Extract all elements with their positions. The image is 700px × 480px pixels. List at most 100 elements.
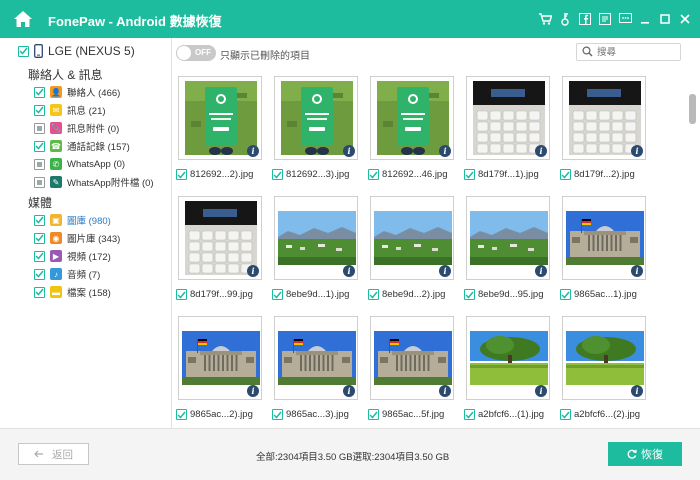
photo-thumbnail[interactable]: i — [274, 196, 358, 280]
grid-scrollbar[interactable] — [687, 68, 700, 428]
close-icon[interactable] — [678, 11, 692, 27]
photo-checkbox[interactable] — [560, 169, 571, 180]
info-icon[interactable]: i — [631, 265, 643, 277]
sidebar-item[interactable]: ✎ WhatsApp附件檔 (0) — [34, 175, 154, 189]
sidebar-item[interactable]: ▣ 圖庫 (980) — [34, 213, 111, 227]
photo-thumbnail[interactable]: i — [178, 76, 262, 160]
info-icon[interactable]: i — [247, 145, 259, 157]
photo-checkbox[interactable] — [560, 409, 571, 420]
search-input[interactable] — [597, 45, 677, 59]
photo-thumbnail[interactable]: i — [178, 316, 262, 400]
photo-cell[interactable]: i 9865ac...2).jpg — [172, 308, 268, 423]
sidebar-item[interactable]: ▶ 視頻 (172) — [34, 249, 111, 263]
photo-cell[interactable]: i 9865ac...1).jpg — [556, 188, 652, 303]
photo-checkbox[interactable] — [464, 289, 475, 300]
item-checkbox[interactable] — [34, 232, 45, 244]
sidebar-item[interactable]: 👤 聯絡人 (466) — [34, 85, 120, 99]
info-icon[interactable]: i — [439, 265, 451, 277]
item-checkbox[interactable] — [34, 214, 45, 226]
item-checkbox[interactable] — [34, 158, 45, 170]
photo-checkbox[interactable] — [272, 289, 283, 300]
photo-thumbnail[interactable]: i — [274, 76, 358, 160]
sidebar-item[interactable]: 📎 訊息附件 (0) — [34, 121, 119, 135]
photo-cell[interactable]: i 9865ac...5f.jpg — [364, 308, 460, 423]
deleted-only-toggle[interactable]: OFF — [176, 45, 216, 61]
info-icon[interactable]: i — [535, 265, 547, 277]
photo-checkbox[interactable] — [272, 409, 283, 420]
photo-cell[interactable]: i a2bfcf6...(1).jpg — [460, 308, 556, 423]
photo-checkbox[interactable] — [464, 169, 475, 180]
sidebar-item[interactable]: ✉ 訊息 (21) — [34, 103, 106, 117]
photo-thumbnail[interactable]: i — [466, 76, 550, 160]
photo-thumbnail[interactable]: i — [562, 76, 646, 160]
search-box[interactable] — [576, 43, 681, 61]
photo-cell[interactable]: i 8ebe9d...2).jpg — [364, 188, 460, 303]
photo-checkbox[interactable] — [368, 169, 379, 180]
photo-cell[interactable]: i 812692...2).jpg — [172, 68, 268, 183]
device-row[interactable]: LGE (NEXUS 5) — [18, 44, 135, 58]
photo-cell[interactable]: i 8d179f...99.jpg — [172, 188, 268, 303]
photo-cell[interactable]: i a2bfcf6...(2).jpg — [556, 308, 652, 423]
sidebar-item[interactable]: ▬ 檔案 (158) — [34, 285, 111, 299]
sidebar-item[interactable]: ☎ 通話記錄 (157) — [34, 139, 130, 153]
item-checkbox[interactable] — [34, 104, 45, 116]
home-button[interactable] — [10, 7, 36, 31]
info-icon[interactable]: i — [247, 385, 259, 397]
photo-thumbnail[interactable]: i — [178, 196, 262, 280]
info-icon[interactable]: i — [247, 265, 259, 277]
feedback-icon[interactable] — [598, 11, 612, 27]
photo-cell[interactable]: i 8ebe9d...1).jpg — [268, 188, 364, 303]
photo-checkbox[interactable] — [176, 409, 187, 420]
photo-thumbnail[interactable]: i — [466, 196, 550, 280]
photo-checkbox[interactable] — [176, 169, 187, 180]
photo-checkbox[interactable] — [560, 289, 571, 300]
photo-thumbnail[interactable]: i — [562, 196, 646, 280]
photo-checkbox[interactable] — [368, 289, 379, 300]
photo-cell[interactable]: i 8ebe9d...95.jpg — [460, 188, 556, 303]
item-checkbox[interactable] — [34, 86, 45, 98]
photo-cell[interactable]: i 9865ac...3).jpg — [268, 308, 364, 423]
item-checkbox[interactable] — [34, 122, 45, 134]
photo-thumbnail[interactable]: i — [370, 196, 454, 280]
photo-thumbnail[interactable]: i — [274, 316, 358, 400]
key-icon[interactable] — [558, 11, 572, 27]
photo-checkbox[interactable] — [464, 409, 475, 420]
photo-thumbnail[interactable]: i — [466, 316, 550, 400]
info-icon[interactable]: i — [631, 385, 643, 397]
info-icon[interactable]: i — [535, 145, 547, 157]
photo-thumbnail[interactable]: i — [562, 316, 646, 400]
photo-cell[interactable]: i 812692...46.jpg — [364, 68, 460, 183]
facebook-icon[interactable] — [578, 11, 592, 27]
photo-cell[interactable]: i 8d179f...1).jpg — [460, 68, 556, 183]
item-checkbox[interactable] — [34, 268, 45, 280]
sidebar-item[interactable]: ◉ 圖片庫 (343) — [34, 231, 120, 245]
recover-button[interactable]: 恢復 — [608, 442, 682, 466]
device-checkbox[interactable] — [18, 45, 29, 57]
item-checkbox[interactable] — [34, 140, 45, 152]
item-checkbox[interactable] — [34, 250, 45, 262]
cart-icon[interactable] — [538, 11, 552, 27]
info-icon[interactable]: i — [631, 145, 643, 157]
photo-cell[interactable]: i 8d179f...2).jpg — [556, 68, 652, 183]
photo-thumbnail[interactable]: i — [370, 76, 454, 160]
info-icon[interactable]: i — [343, 145, 355, 157]
photo-cell[interactable]: i 812692...3).jpg — [268, 68, 364, 183]
back-button[interactable]: 返回 — [18, 443, 89, 465]
info-icon[interactable]: i — [343, 385, 355, 397]
info-icon[interactable]: i — [439, 385, 451, 397]
item-checkbox[interactable] — [34, 176, 45, 188]
photo-checkbox[interactable] — [368, 409, 379, 420]
chat-icon[interactable] — [618, 11, 632, 27]
info-icon[interactable]: i — [535, 385, 547, 397]
photo-checkbox[interactable] — [176, 289, 187, 300]
sidebar-item[interactable]: ✆ WhatsApp (0) — [34, 157, 125, 171]
photo-checkbox[interactable] — [272, 169, 283, 180]
minimize-icon[interactable] — [638, 11, 652, 27]
item-checkbox[interactable] — [34, 286, 45, 298]
scrollbar-thumb[interactable] — [689, 94, 696, 124]
maximize-icon[interactable] — [658, 11, 672, 27]
info-icon[interactable]: i — [343, 265, 355, 277]
sidebar-item[interactable]: ♪ 音頻 (7) — [34, 267, 100, 281]
info-icon[interactable]: i — [439, 145, 451, 157]
photo-thumbnail[interactable]: i — [370, 316, 454, 400]
